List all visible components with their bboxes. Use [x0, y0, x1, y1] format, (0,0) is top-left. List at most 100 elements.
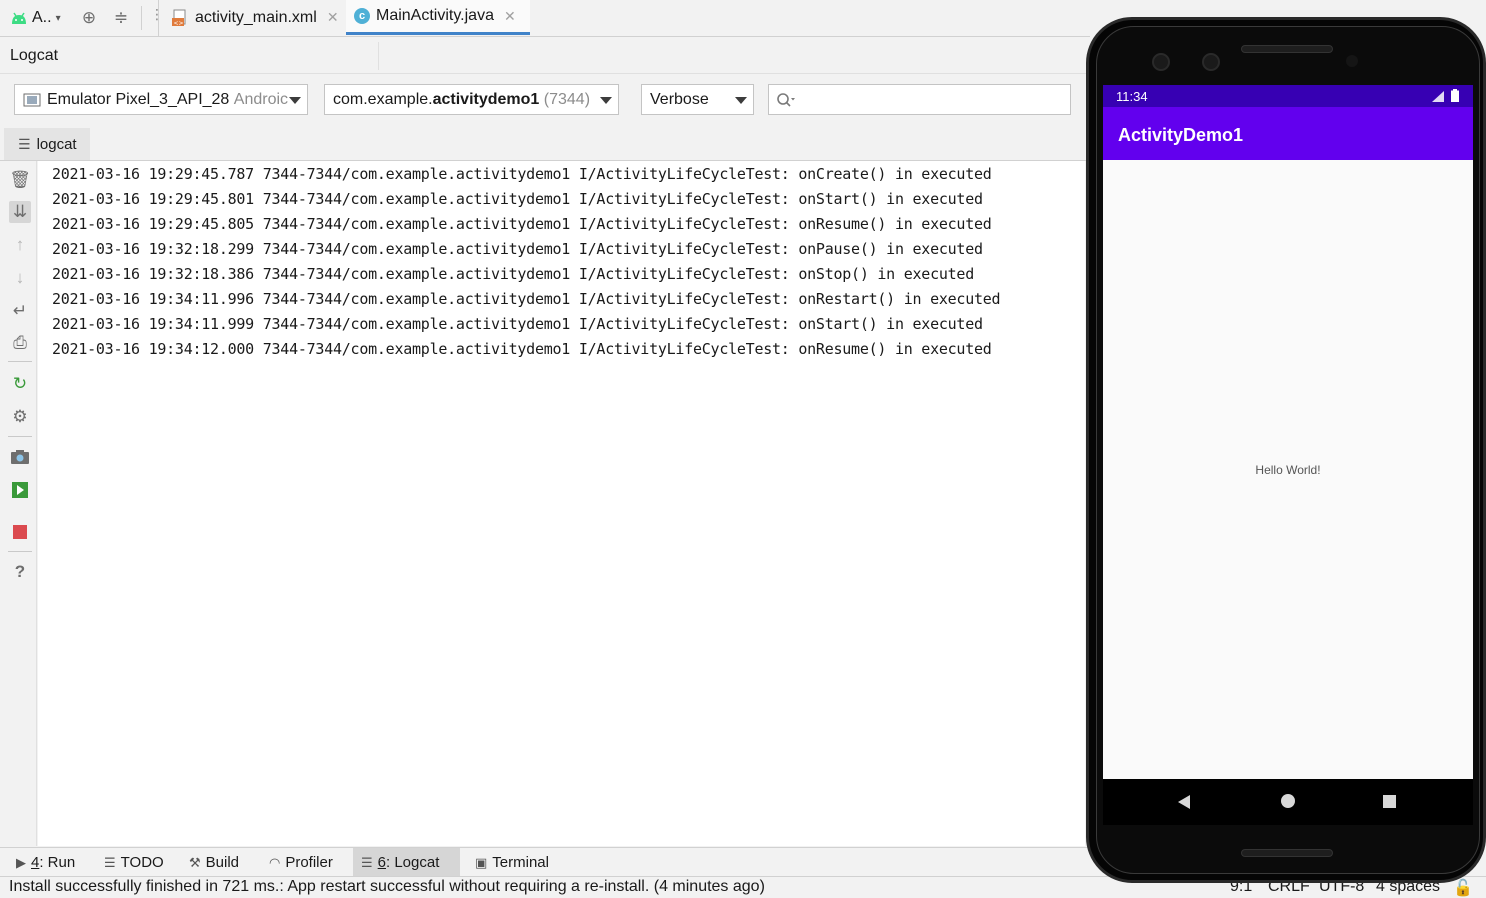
divider: [8, 436, 32, 437]
process-selector[interactable]: com.example. activitydemo1 (7344): [324, 84, 619, 115]
android-nav-bar: [1103, 779, 1473, 825]
profiler-tool-button[interactable]: ◠ Profiler: [261, 848, 341, 877]
device-selector[interactable]: Emulator Pixel_3_API_28 Androic: [14, 84, 308, 115]
divider: [158, 0, 159, 37]
run-icon: ▶: [16, 854, 26, 870]
close-icon[interactable]: ✕: [504, 8, 516, 25]
hello-text: Hello World!: [1255, 463, 1321, 477]
search-field[interactable]: [768, 84, 1071, 115]
log-line: 2021-03-16 19:32:18.386 7344-7344/com.ex…: [52, 265, 974, 283]
process-pid: (7344): [543, 90, 591, 108]
gauge-icon: ◠: [269, 854, 281, 870]
device-suffix: Androic: [233, 90, 289, 108]
editor-tab-bar: A.. ▾ ⊕ ≑ ⋮ <> activity_main.xml ✕ c Mai…: [0, 0, 1090, 37]
divider: [8, 551, 32, 552]
todo-tool-button[interactable]: ☰ TODO: [96, 848, 172, 877]
signal-icon: [1432, 91, 1444, 102]
restart-icon[interactable]: ↻: [9, 373, 31, 395]
unlock-icon[interactable]: 🔓: [1453, 878, 1473, 898]
tab-label: MainActivity.java: [376, 7, 494, 24]
screen-record-icon[interactable]: [9, 479, 31, 501]
log-line: 2021-03-16 19:34:11.996 7344-7344/com.ex…: [52, 290, 1001, 308]
search-icon: [777, 93, 795, 107]
divider: [8, 361, 32, 362]
log-line: 2021-03-16 19:29:45.787 7344-7344/com.ex…: [52, 165, 992, 183]
scroll-to-end-icon[interactable]: ⇊: [9, 201, 31, 223]
terminal-tool-button[interactable]: ▣ Terminal: [467, 848, 557, 877]
java-class-icon: c: [354, 8, 370, 24]
more-icon[interactable]: ⋮: [150, 6, 164, 23]
stop-icon[interactable]: [9, 521, 31, 543]
log-line: 2021-03-16 19:29:45.805 7344-7344/com.ex…: [52, 215, 992, 233]
run-tool-button[interactable]: ▶ 4: Run: [8, 848, 83, 877]
project-selector[interactable]: A.. ▾: [10, 8, 61, 28]
emulator-screen[interactable]: 11:34 ActivityDemo1 Hello World!: [1103, 85, 1473, 825]
profiler-label: Profiler: [285, 854, 333, 871]
camera-icon: [1202, 53, 1220, 71]
chevron-down-icon: ▾: [55, 12, 61, 24]
battery-icon: [1451, 89, 1459, 102]
tab-logcat[interactable]: ☰ logcat: [4, 128, 90, 160]
log-output[interactable]: 2021-03-16 19:29:45.787 7344-7344/com.ex…: [38, 161, 1085, 846]
log-line: 2021-03-16 19:34:12.000 7344-7344/com.ex…: [52, 340, 992, 358]
divider: [141, 6, 142, 30]
chevron-down-icon: [735, 97, 747, 104]
log-line: 2021-03-16 19:34:11.999 7344-7344/com.ex…: [52, 315, 983, 333]
chevron-down-icon: [600, 97, 612, 104]
camera-icon: [1152, 53, 1170, 71]
app-bar: ActivityDemo1: [1103, 107, 1473, 160]
speaker-grille: [1241, 849, 1333, 857]
close-icon[interactable]: ✕: [327, 9, 339, 26]
tab-activity-main-xml[interactable]: <> activity_main.xml ✕: [163, 0, 347, 35]
print-icon[interactable]: ⎙: [9, 332, 31, 354]
tool-window-bar: ▶ 4: Run ☰ TODO ⚒ Build ◠ Profiler ☰ 6: …: [0, 847, 1090, 877]
emulator-device-icon: [23, 93, 41, 106]
locate-icon[interactable]: ⊕: [79, 8, 99, 28]
clock: 11:34: [1116, 89, 1148, 104]
process-prefix: com.example.: [333, 90, 433, 108]
sensor-dot: [1346, 55, 1358, 67]
soft-wrap-icon[interactable]: ↵: [9, 300, 31, 322]
back-icon[interactable]: [1178, 795, 1192, 809]
trash-icon[interactable]: 🗑: [9, 169, 31, 191]
collapse-icon[interactable]: ≑: [111, 8, 131, 28]
app-title: ActivityDemo1: [1118, 125, 1244, 145]
log-line: 2021-03-16 19:29:45.801 7344-7344/com.ex…: [52, 190, 983, 208]
project-label: A..: [32, 9, 52, 26]
tab-label: activity_main.xml: [195, 8, 317, 26]
divider: [378, 42, 379, 70]
log-line: 2021-03-16 19:32:18.299 7344-7344/com.ex…: [52, 240, 983, 258]
android-status-bar: 11:34: [1103, 85, 1473, 107]
screenshot-camera-icon[interactable]: [9, 446, 31, 468]
chevron-down-icon: [289, 97, 301, 104]
tab-main-activity-java[interactable]: c MainActivity.java ✕: [346, 0, 530, 35]
arrow-up-icon[interactable]: ↑: [9, 234, 31, 256]
device-name: Emulator Pixel_3_API_28: [47, 90, 230, 108]
status-message[interactable]: Install successfully finished in 721 ms.…: [9, 878, 765, 896]
recents-icon[interactable]: [1383, 795, 1396, 808]
list-icon: ☰: [18, 135, 31, 152]
build-label: Build: [205, 854, 240, 871]
logcat-tool-button[interactable]: ☰ 6: Logcat: [353, 848, 460, 877]
tab-label: logcat: [36, 135, 77, 153]
log-level-value: Verbose: [650, 90, 709, 108]
list-icon: ☰: [361, 854, 373, 870]
hammer-icon: ⚒: [189, 854, 201, 870]
logcat-label: : Logcat: [386, 854, 440, 871]
search-input[interactable]: [799, 88, 1064, 111]
logcat-side-toolbar: 🗑 ⇊ ↑ ↓ ↵ ⎙ ↻ ⚙ ?: [2, 161, 37, 846]
home-icon[interactable]: [1281, 794, 1295, 808]
arrow-down-icon[interactable]: ↓: [9, 267, 31, 289]
help-icon[interactable]: ?: [9, 561, 31, 583]
activity-content: Hello World!: [1103, 160, 1473, 779]
xml-file-icon: <>: [172, 9, 186, 27]
process-name: activitydemo1: [432, 90, 540, 108]
svg-text:<>: <>: [174, 20, 184, 27]
todo-label: TODO: [120, 854, 164, 871]
gear-icon[interactable]: ⚙: [9, 406, 31, 428]
build-tool-button[interactable]: ⚒ Build: [181, 848, 247, 877]
terminal-icon: ▣: [475, 854, 488, 870]
log-level-selector[interactable]: Verbose: [641, 84, 754, 115]
speaker-grille: [1241, 45, 1333, 53]
logcat-shortcut: 6: [377, 854, 386, 871]
